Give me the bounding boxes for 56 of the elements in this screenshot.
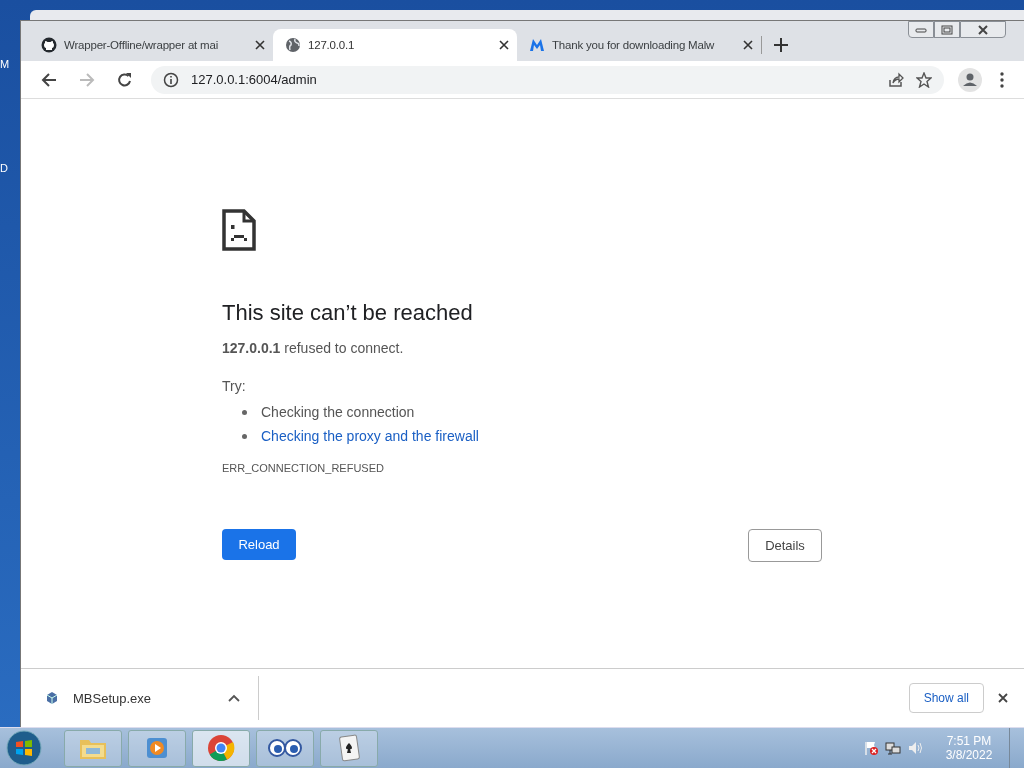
installer-icon — [45, 691, 59, 705]
info-icon[interactable] — [163, 71, 179, 88]
start-orb-icon[interactable] — [6, 730, 42, 766]
star-icon[interactable] — [916, 71, 932, 88]
sad-page-icon — [222, 209, 256, 251]
download-file-name[interactable]: MBSetup.exe — [73, 690, 214, 706]
m-logo-icon — [529, 37, 545, 53]
close-icon[interactable] — [998, 693, 1008, 703]
error-message: 127.0.0.1 refused to connect. — [222, 340, 405, 356]
taskbar-button[interactable] — [192, 729, 250, 767]
error-heading: This site can’t be reached — [222, 300, 474, 326]
close-button[interactable] — [960, 21, 1006, 38]
taskbar-button[interactable] — [256, 729, 314, 767]
tab-title: Thank you for downloading Malw — [552, 39, 716, 51]
reload-button[interactable]: Reload — [222, 529, 296, 560]
details-button[interactable]: Details — [748, 529, 822, 562]
taskbar-button[interactable] — [320, 729, 378, 767]
browser-tab[interactable]: Thank you for downloading Malw — [517, 29, 761, 61]
desktop-icon-label[interactable]: D — [0, 162, 8, 174]
suggestion-text: Checking the connection — [261, 404, 415, 420]
media-player-icon — [144, 735, 170, 761]
menu-icon[interactable] — [1000, 71, 1004, 88]
chrome-logo-icon — [207, 734, 235, 762]
browser-tab[interactable]: Wrapper-Offline/wrapper at mai — [29, 29, 273, 61]
maximize-button[interactable] — [934, 21, 960, 38]
close-icon — [977, 24, 989, 35]
flag-alert-icon[interactable] — [863, 740, 879, 756]
clock-time: 7:51 PM — [946, 734, 992, 748]
new-tab-icon[interactable] — [774, 38, 788, 52]
clock-date: 3/8/2022 — [945, 748, 993, 762]
suggestion-link[interactable]: Checking the proxy and the firewall — [261, 428, 479, 444]
try-label: Try: — [222, 378, 247, 394]
browser-tab[interactable]: 127.0.0.1 — [273, 29, 517, 61]
minimize-button[interactable] — [908, 21, 934, 38]
maximize-icon — [941, 24, 953, 35]
back-arrow-icon[interactable] — [41, 71, 57, 88]
tab-title: 127.0.0.1 — [308, 39, 356, 51]
network-icon[interactable] — [885, 740, 901, 756]
github-cat-icon — [41, 37, 57, 53]
share-icon[interactable] — [888, 71, 904, 88]
eyes-icon — [267, 737, 303, 759]
show-all-button[interactable]: Show all — [908, 683, 984, 713]
close-icon[interactable] — [255, 40, 265, 50]
close-icon[interactable] — [743, 40, 753, 50]
profile-avatar-icon[interactable] — [958, 67, 982, 92]
globe-icon — [285, 37, 301, 53]
address-bar[interactable]: 127.0.0.1:6004/admin — [151, 65, 944, 94]
minimize-icon — [915, 26, 927, 33]
desktop-icon-label[interactable]: M — [0, 58, 10, 70]
reload-icon[interactable] — [117, 71, 133, 88]
chevron-up-icon[interactable] — [228, 694, 240, 702]
url-text: 127.0.0.1:6004/admin — [191, 72, 317, 87]
error-code: ERR_CONNECTION_REFUSED — [222, 462, 385, 474]
close-icon[interactable] — [499, 40, 509, 50]
tab-title: Wrapper-Offline/wrapper at mai — [64, 39, 219, 51]
playing-card-icon — [336, 734, 362, 762]
